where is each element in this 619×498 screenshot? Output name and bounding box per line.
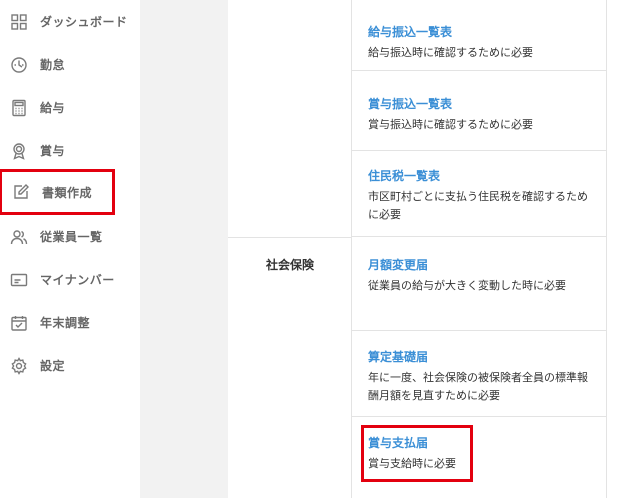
document-description: 市区町村ごとに支払う住民税を確認するために必要	[368, 190, 588, 221]
sidebar-item-label: 給与	[40, 101, 66, 115]
sidebar-item-label: ダッシュボード	[40, 15, 128, 29]
sidebar-item-documents[interactable]: 書類作成	[0, 169, 115, 215]
category-column: 社会保険	[228, 0, 352, 498]
document-link[interactable]: 住民税一覧表	[368, 167, 607, 185]
calendar-icon	[10, 314, 28, 332]
category-divider	[228, 237, 352, 238]
sidebar-item-label: 年末調整	[40, 316, 91, 330]
gear-icon	[10, 356, 28, 375]
edit-icon	[12, 183, 30, 201]
clock-icon	[10, 56, 28, 74]
grid-icon	[10, 13, 28, 31]
sidebar-item-employees[interactable]: 従業員一覧	[0, 215, 140, 258]
sidebar-item-label: 勤怠	[40, 58, 66, 72]
calculator-icon	[10, 99, 28, 117]
document-link[interactable]: 月額変更届	[368, 256, 607, 274]
document-link[interactable]: 賞与振込一覧表	[368, 95, 607, 113]
sidebar-item-dashboard[interactable]: ダッシュボード	[0, 0, 140, 43]
document-link[interactable]: 賞与支払届	[368, 434, 607, 452]
sidebar-item-label: 賞与	[40, 144, 66, 158]
sidebar: ダッシュボード 勤怠 給与 賞与 書類作成 従業員一覧 マイナンバー 年末調整 …	[0, 0, 140, 498]
document-row: 月額変更届 従業員の給与が大きく変動した時に必要	[352, 237, 607, 331]
sidebar-item-bonus[interactable]: 賞与	[0, 129, 140, 172]
sidebar-item-label: 設定	[40, 359, 66, 373]
category-label-social-insurance: 社会保険	[265, 258, 314, 272]
sidebar-item-label: 従業員一覧	[40, 230, 103, 244]
document-link[interactable]: 給与振込一覧表	[368, 23, 607, 41]
document-description: 給与振込時に確認するために必要	[368, 46, 533, 59]
document-description: 従業員の給与が大きく変動した時に必要	[368, 279, 566, 292]
award-icon	[10, 142, 28, 160]
sidebar-item-salary[interactable]: 給与	[0, 86, 140, 129]
document-row: 住民税一覧表 市区町村ごとに支払う住民税を確認するために必要	[352, 151, 607, 237]
document-row: 賞与振込一覧表 賞与振込時に確認するために必要	[352, 71, 607, 151]
document-row: 給与振込一覧表 給与振込時に確認するために必要	[352, 0, 607, 71]
users-icon	[10, 228, 28, 246]
document-column: 給与振込一覧表 給与振込時に確認するために必要 賞与振込一覧表 賞与振込時に確認…	[352, 0, 607, 498]
sidebar-item-mynumber[interactable]: マイナンバー	[0, 258, 140, 301]
sidebar-item-year-end[interactable]: 年末調整	[0, 301, 140, 344]
document-table: 社会保険 給与振込一覧表 給与振込時に確認するために必要 賞与振込一覧表 賞与振…	[228, 0, 619, 498]
sidebar-item-label: 書類作成	[42, 185, 93, 200]
sidebar-item-settings[interactable]: 設定	[0, 344, 140, 387]
content-gutter	[140, 0, 228, 498]
sidebar-item-attendance[interactable]: 勤怠	[0, 43, 140, 86]
document-description: 賞与振込時に確認するために必要	[368, 118, 533, 131]
document-row: 算定基礎届 年に一度、社会保険の被保険者全員の標準報酬月額を見直すために必要	[352, 331, 607, 417]
document-row: 賞与支払届 賞与支給時に必要	[352, 417, 607, 498]
id-card-icon	[10, 271, 28, 289]
document-link[interactable]: 算定基礎届	[368, 348, 607, 366]
sidebar-item-label: マイナンバー	[40, 273, 115, 287]
document-description: 年に一度、社会保険の被保険者全員の標準報酬月額を見直すために必要	[368, 371, 588, 402]
document-description: 賞与支給時に必要	[368, 457, 456, 470]
